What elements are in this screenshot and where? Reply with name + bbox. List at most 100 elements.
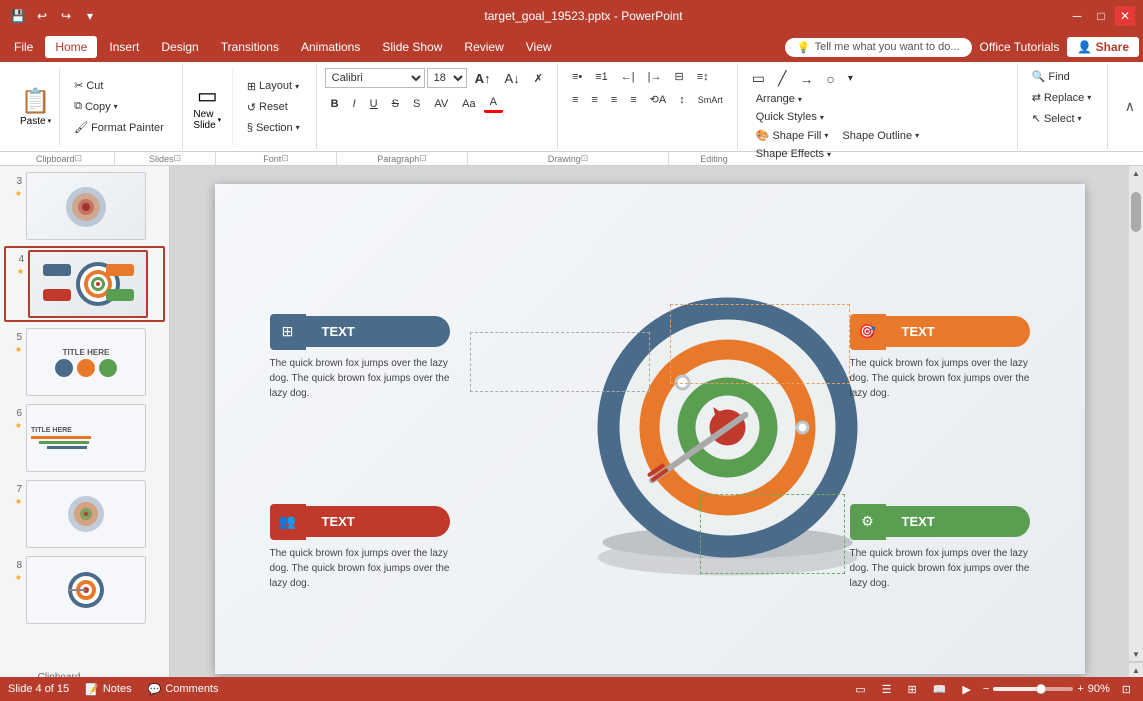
align-text-button[interactable]: ↕ [673,92,691,108]
zoom-in-button[interactable]: + [1077,683,1083,695]
new-slide-button[interactable]: ▭ New Slide ▾ [189,68,233,145]
replace-button[interactable]: ⇄ Replace ▾ [1026,89,1098,106]
office-tutorials-link[interactable]: Office Tutorials [980,40,1060,54]
shape-more[interactable]: ▾ [842,71,859,86]
decrease-font-button[interactable]: A↓ [499,69,526,88]
shape-fill-button[interactable]: 🎨 Shape Fill ▾ [750,127,835,144]
menu-slideshow[interactable]: Slide Show [372,36,452,58]
textbox-bottom-left[interactable]: 👥 TEXT The quick brown fox jumps over th… [270,504,450,591]
align-left-button[interactable]: ≡ [566,92,584,108]
menu-view[interactable]: View [516,36,562,58]
textbox-top-left[interactable]: ⊞ TEXT The quick brown fox jumps over th… [270,314,450,401]
font-name-select[interactable]: Calibri [325,68,425,88]
menu-animations[interactable]: Animations [291,36,370,58]
font-expand-icon[interactable]: ⊡ [281,153,289,164]
columns-button[interactable]: ⊟ [668,68,689,85]
share-button[interactable]: 👤 Share [1067,37,1139,57]
maximize-button[interactable]: □ [1091,6,1111,26]
close-button[interactable]: ✕ [1115,6,1135,26]
shadow-button[interactable]: S [407,96,426,112]
char-case-button[interactable]: Aa [456,96,481,112]
numbered-button[interactable]: ≡1 [589,69,614,85]
normal-view-button[interactable]: ▭ [851,681,869,698]
slide-thumb-6[interactable]: 6 ★ TITLE HERE [4,402,165,474]
strikethrough-button[interactable]: S [386,96,405,112]
slide-thumb-4[interactable]: 4 ★ [4,246,165,322]
redo-icon[interactable]: ↪ [56,6,76,26]
shape-arrow[interactable]: → [793,69,819,89]
cut-button[interactable]: ✂ Cut [68,77,170,94]
menu-home[interactable]: Home [45,36,97,58]
paste-button[interactable]: 📋 Paste ▾ [12,68,60,145]
copy-button[interactable]: ⧉ Copy ▾ [68,98,170,115]
tell-me-input[interactable]: 💡 Tell me what you want to do... [785,38,972,57]
scroll-thumb[interactable] [1131,192,1141,232]
menu-insert[interactable]: Insert [99,36,149,58]
outline-view-button[interactable]: ☰ [878,681,896,698]
reset-button[interactable]: ↺ Reset [241,99,306,116]
slide-thumb-3[interactable]: 3 ★ [4,170,165,242]
indent-more-button[interactable]: |→ [642,69,668,85]
bold-button[interactable]: B [325,96,345,112]
shape-outline-button[interactable]: Shape Outline ▾ [836,127,925,144]
char-spacing-button[interactable]: AV [428,96,454,112]
save-icon[interactable]: 💾 [8,6,28,26]
section-button[interactable]: § Section ▾ [241,120,306,136]
clear-format-button[interactable]: ✗ [528,70,549,87]
underline-button[interactable]: U [364,96,384,112]
clipboard-expand-icon[interactable]: ⊡ [74,153,82,164]
menu-design[interactable]: Design [151,36,208,58]
menu-review[interactable]: Review [454,36,513,58]
reading-view-button[interactable]: 📖 [929,681,951,698]
convert-smartart-button[interactable]: SmArt [692,93,729,107]
indent-less-button[interactable]: ←| [615,69,641,85]
notes-button[interactable]: 📝 Notes [85,683,131,696]
zoom-slider[interactable] [993,687,1073,691]
font-size-select[interactable]: 18 [427,68,467,88]
zoom-out-button[interactable]: − [983,683,989,695]
vertical-scrollbar[interactable]: ▲ ▼ ▲ ▼ [1129,166,1143,691]
font-color-button[interactable]: A [484,94,503,113]
arrange-button[interactable]: Arrange ▾ [750,91,925,107]
textbox-bottom-right[interactable]: ⚙ TEXT The quick brown fox jumps over th… [850,504,1030,591]
slides-expand-icon[interactable]: ⊡ [173,153,181,164]
italic-button[interactable]: I [347,96,362,112]
fit-slide-button[interactable]: ⊡ [1118,681,1135,698]
shape-rect[interactable]: ▭ [746,68,771,89]
minimize-button[interactable]: ─ [1067,6,1087,26]
customize-icon[interactable]: ▾ [80,6,100,26]
layout-button[interactable]: ⊞ Layout ▾ [241,78,306,95]
justify-button[interactable]: ≡ [624,92,642,108]
textbox-top-right[interactable]: 🎯 TEXT The quick brown fox jumps over th… [850,314,1030,401]
slide-thumb-8[interactable]: 8 ★ [4,554,165,626]
slide-thumb-5[interactable]: 5 ★ TITLE HERE [4,326,165,398]
bullets-button[interactable]: ≡• [566,69,588,85]
center-button[interactable]: ≡ [585,92,603,108]
select-button[interactable]: ↖ Select ▾ [1026,110,1088,127]
align-right-button[interactable]: ≡ [605,92,623,108]
scroll-prev-slide[interactable]: ▲ [1129,663,1143,677]
find-button[interactable]: 🔍 Find [1026,68,1076,85]
ribbon-collapse-button[interactable]: ∧ [1125,64,1139,149]
drawing-expand-icon[interactable]: ⊡ [581,153,589,164]
text-direction-button[interactable]: ⟲A [644,91,673,108]
increase-font-button[interactable]: A↑ [469,69,497,88]
slide-canvas[interactable]: ⊞ TEXT The quick brown fox jumps over th… [215,184,1085,674]
shape-effects-button[interactable]: Shape Effects ▾ [750,146,925,162]
menu-transitions[interactable]: Transitions [211,36,289,58]
scroll-down-button[interactable]: ▼ [1129,647,1143,661]
paragraph-expand-icon[interactable]: ⊡ [419,153,427,164]
share-label: Share [1096,40,1129,54]
slide-thumb-7[interactable]: 7 ★ [4,478,165,550]
shape-oval[interactable]: ○ [820,69,840,89]
slide-sorter-button[interactable]: ⊞ [903,681,920,698]
quick-styles-button[interactable]: Quick Styles ▾ [750,109,830,125]
undo-icon[interactable]: ↩ [32,6,52,26]
line-spacing-button[interactable]: ≡↕ [691,69,715,85]
format-painter-button[interactable]: 🖌 Format Painter [68,119,170,136]
comments-button[interactable]: 💬 Comments [148,683,219,696]
shape-line[interactable]: ╱ [772,68,792,89]
scroll-up-button[interactable]: ▲ [1129,166,1143,180]
slideshow-view-button[interactable]: ▶ [958,681,974,698]
menu-file[interactable]: File [4,36,43,58]
